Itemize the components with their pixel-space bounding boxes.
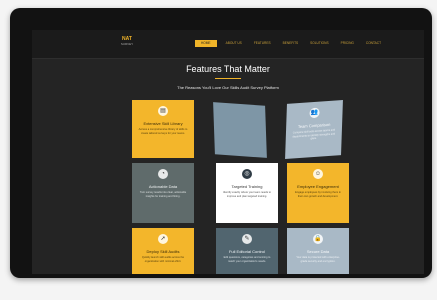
nav-item-solutions[interactable]: Solutions [307,40,331,47]
card-description: Identify exactly where your team needs t… [223,191,271,198]
card-description: Edit questions, categories and scoring t… [223,256,271,263]
nav-item-about[interactable]: About Us [223,40,245,47]
nav-item-contact[interactable]: Contact [363,40,384,47]
nav-item-pricing[interactable]: Pricing [338,40,357,47]
navbar: NAT SURVEY Home About Us Features Benefi… [32,30,424,59]
feature-card-targeted-training[interactable]: ◎ Targeted Training Identify exactly whe… [216,163,278,223]
feature-card-flipping[interactable] [213,102,267,158]
main-nav: Home About Us Features Benefits Solution… [195,40,384,47]
device-frame: NAT SURVEY Home About Us Features Benefi… [10,8,432,278]
nav-item-home[interactable]: Home [195,40,217,47]
feature-card-secure-data[interactable]: 🔒 Secure Data Your data is protected wit… [287,228,349,274]
card-title: Extensive Skill Library [143,121,183,126]
rocket-icon: ➚ [158,234,168,244]
site-logo[interactable]: NAT SURVEY [116,36,138,52]
book-icon: ▤ [158,106,168,116]
feature-card-deploy-audits[interactable]: ➚ Deploy Skill Audits Quickly launch ski… [132,228,194,274]
card-description: Quickly launch skill audits across the o… [141,256,185,263]
card-title: Actionable Data [148,184,178,189]
feature-card-skill-library[interactable]: ▤ Extensive Skill Library Access a compr… [132,100,194,158]
feature-card-employee-engagement[interactable]: ☺ Employee Engagement Engage employees b… [287,163,349,223]
card-title: Team Comparison [297,121,331,130]
edit-icon: ✎ [242,234,252,244]
people-icon: ☺ [313,169,323,179]
card-description: Access a comprehensive library of skills… [138,128,188,135]
browser-screen: NAT SURVEY Home About Us Features Benefi… [32,30,424,274]
feature-card-team-comparison[interactable]: 👥 Team Comparison Compare skill sets acr… [285,99,343,160]
card-description: Turn survey results into clear, actionab… [139,191,187,198]
card-description: Engage employees by involving them in th… [295,191,341,198]
nav-item-features[interactable]: Features [251,40,274,47]
card-title: Targeted Training [231,184,263,189]
logo-subtext: SURVEY [120,42,134,46]
section-title: Features That Matter [186,64,270,74]
feature-card-actionable-data[interactable]: ◔ Actionable Data Turn survey results in… [132,163,194,223]
card-title: Deploy Skill Audits [146,249,180,254]
card-title: Secure Data [306,249,330,254]
card-title: Full Editorial Control [228,249,265,254]
title-underline [215,78,241,79]
card-title: Employee Engagement [297,184,339,189]
section-subtitle: The Reasons You'll Love Our Skills Audit… [177,85,279,90]
chart-icon: ◔ [158,169,168,179]
target-icon: ◎ [242,169,252,179]
feature-card-editorial-control[interactable]: ✎ Full Editorial Control Edit questions,… [216,228,278,274]
lock-icon: 🔒 [313,234,323,244]
nav-item-benefits[interactable]: Benefits [280,40,302,47]
card-description: Compare skill sets across teams and depa… [292,128,336,141]
team-icon: 👥 [309,107,320,119]
card-description: Your data is protected with enterprise-g… [296,256,340,263]
